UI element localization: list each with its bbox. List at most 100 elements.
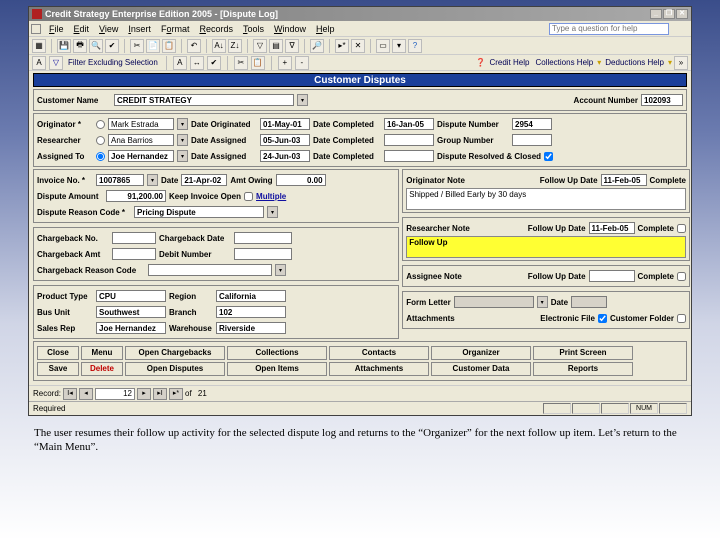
minimize-button[interactable]: _ (650, 9, 662, 19)
asn-complete-checkbox[interactable] (677, 272, 686, 281)
nav-next-icon[interactable]: ▸ (137, 388, 151, 400)
cb-reason-input[interactable] (148, 264, 272, 276)
open-items-button[interactable]: Open Items (227, 362, 327, 376)
save-button[interactable]: Save (37, 362, 79, 376)
dispute-reason-input[interactable] (134, 206, 264, 218)
orig-fud-input[interactable] (601, 174, 647, 186)
spell2-icon[interactable]: ✔ (207, 56, 221, 70)
nav-first-icon[interactable]: I◂ (63, 388, 77, 400)
dispute-amount-input[interactable] (106, 190, 166, 202)
copy2-icon[interactable]: 📋 (251, 56, 265, 70)
d-icon[interactable]: - (295, 56, 309, 70)
filter-sel-icon[interactable]: ▽ (253, 39, 267, 53)
attachments-button[interactable]: Attachments (329, 362, 429, 376)
cut-icon[interactable]: ✂ (130, 39, 144, 53)
date-assigned2-input[interactable] (260, 150, 310, 162)
record-current-input[interactable] (95, 388, 135, 400)
originator-dropdown[interactable]: ▾ (177, 118, 188, 130)
cb-no-input[interactable] (112, 232, 156, 244)
form-letter-input[interactable] (454, 296, 534, 308)
nav-new-icon[interactable]: ▸* (169, 388, 183, 400)
print-icon[interactable]: 🖶 (73, 39, 87, 53)
date-completed1-input[interactable] (384, 118, 434, 130)
invoice-no-input[interactable] (96, 174, 144, 186)
cfolder-checkbox[interactable] (677, 314, 686, 323)
b-icon[interactable]: ↔ (190, 56, 204, 70)
close-window-button[interactable]: ✕ (676, 9, 688, 19)
efile-checkbox[interactable] (598, 314, 607, 323)
bunit-input[interactable] (96, 306, 166, 318)
preview-icon[interactable]: 🔍 (89, 39, 103, 53)
menu-format[interactable]: Format (156, 24, 195, 34)
menu-records[interactable]: Records (194, 24, 238, 34)
keep-open-checkbox[interactable] (244, 192, 253, 201)
collections-button[interactable]: Collections (227, 346, 327, 360)
help-question-input[interactable] (549, 23, 669, 35)
filter-form-icon[interactable]: ▤ (269, 39, 283, 53)
fl-date-input[interactable] (571, 296, 607, 308)
more-icon[interactable]: » (674, 56, 688, 70)
toggle-filter-icon[interactable]: ∇ (285, 39, 299, 53)
print-screen-button[interactable]: Print Screen (533, 346, 633, 360)
menu-edit[interactable]: Edit (69, 24, 95, 34)
srep-input[interactable] (96, 322, 166, 334)
view-icon[interactable]: ▦ (32, 39, 46, 53)
help-icon[interactable]: ? (408, 39, 422, 53)
nav-prev-icon[interactable]: ◂ (79, 388, 93, 400)
find-icon[interactable]: 🔎 (310, 39, 324, 53)
cb-date-input[interactable] (234, 232, 292, 244)
collections-help-link[interactable]: Collections Help (533, 58, 595, 67)
maximize-button[interactable]: ❐ (663, 9, 675, 19)
orig-note-text[interactable]: Shipped / Billed Early by 30 days (406, 188, 686, 210)
menu-insert[interactable]: Insert (123, 24, 156, 34)
c-icon[interactable]: + (278, 56, 292, 70)
open-chargebacks-button[interactable]: Open Chargebacks (125, 346, 225, 360)
object-icon[interactable]: ▾ (392, 39, 406, 53)
a-icon[interactable]: A (173, 56, 187, 70)
assignedto-input[interactable] (108, 150, 174, 162)
delete-record-icon[interactable]: ✕ (351, 39, 365, 53)
asn-fud-input[interactable] (589, 270, 635, 282)
wh-input[interactable] (216, 322, 286, 334)
assignedto-radio[interactable] (96, 152, 105, 161)
group-number-input[interactable] (512, 134, 552, 146)
close-button[interactable]: Close (37, 346, 79, 360)
res-fud-input[interactable] (589, 222, 635, 234)
researcher-radio[interactable] (96, 136, 105, 145)
date-assigned1-input[interactable] (260, 134, 310, 146)
res-note-text[interactable]: Follow Up (406, 236, 686, 258)
status-checkbox[interactable] (544, 152, 553, 161)
cb-amt-input[interactable] (112, 248, 156, 260)
originator-radio[interactable] (96, 120, 105, 129)
menu-file[interactable]: FFileile (44, 24, 69, 34)
funnel-icon[interactable]: ▽ (49, 56, 63, 70)
sort-az-icon[interactable]: A (32, 56, 46, 70)
account-number-input[interactable] (641, 94, 683, 106)
multiple-link[interactable]: Multiple (256, 192, 286, 201)
cut2-icon[interactable]: ✂ (234, 56, 248, 70)
menu-help[interactable]: Help (311, 24, 340, 34)
inv-date-input[interactable] (181, 174, 227, 186)
delete-button[interactable]: Delete (81, 362, 123, 376)
menu-tools[interactable]: Tools (238, 24, 269, 34)
originator-input[interactable] (108, 118, 174, 130)
reports-button[interactable]: Reports (533, 362, 633, 376)
region-input[interactable] (216, 290, 286, 302)
sort-desc-icon[interactable]: Z↓ (228, 39, 242, 53)
cb-reason-dropdown[interactable]: ▾ (275, 264, 286, 276)
customer-data-button[interactable]: Customer Data (431, 362, 531, 376)
menu-window[interactable]: Window (269, 24, 311, 34)
new-record-icon[interactable]: ▸* (335, 39, 349, 53)
nav-last-icon[interactable]: ▸I (153, 388, 167, 400)
dispute-reason-dropdown[interactable]: ▾ (267, 206, 278, 218)
open-disputes-button[interactable]: Open Disputes (125, 362, 225, 376)
menu-view[interactable]: View (94, 24, 123, 34)
ptype-input[interactable] (96, 290, 166, 302)
date-completed2-input[interactable] (384, 134, 434, 146)
paste-icon[interactable]: 📋 (162, 39, 176, 53)
sort-asc-icon[interactable]: A↓ (212, 39, 226, 53)
researcher-input[interactable] (108, 134, 174, 146)
deductions-help-link[interactable]: Deductions Help (603, 58, 666, 67)
amt-owing-input[interactable] (276, 174, 326, 186)
invoice-no-dropdown[interactable]: ▾ (147, 174, 158, 186)
